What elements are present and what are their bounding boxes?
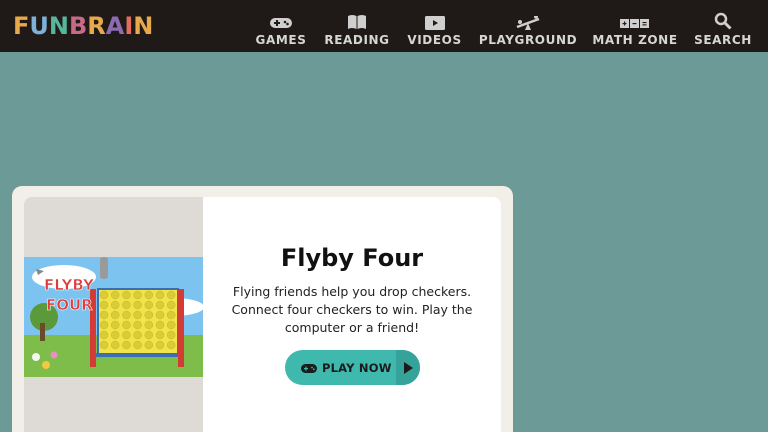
logo-letter: F [13, 12, 30, 40]
magnifier-icon [714, 4, 732, 30]
image-title-line2: FOUR [46, 296, 93, 314]
board-hole [133, 310, 142, 320]
connect-four-board [90, 288, 184, 367]
board-hole [110, 320, 120, 330]
board-hole [122, 320, 131, 330]
nav-games[interactable]: GAMES [255, 0, 307, 52]
board-hole [144, 330, 154, 340]
logo-letter: N [48, 12, 69, 40]
flyby-four-thumbnail[interactable]: FLYBY FOUR [24, 257, 203, 377]
nav-playground[interactable]: PLAYGROUND [478, 0, 578, 52]
logo-letter: U [29, 12, 49, 40]
nav-videos-label: VIDEOS [407, 33, 462, 47]
nav-reading-label: READING [324, 33, 390, 47]
board-hole [144, 320, 154, 330]
nav-reading[interactable]: READING [324, 0, 390, 52]
play-now-button[interactable]: PLAY NOW [285, 350, 420, 385]
board-hole [122, 300, 131, 310]
logo-letter: A [105, 12, 125, 40]
board-hole [166, 290, 176, 300]
game-description: Flying friends help you drop checkers. C… [231, 284, 473, 335]
board-hole [155, 330, 165, 340]
board-hole [133, 300, 142, 310]
book-icon [347, 4, 367, 30]
board-hole [110, 290, 120, 300]
board-hole [155, 340, 165, 350]
board-hole [144, 290, 154, 300]
nav-playground-label: PLAYGROUND [478, 33, 578, 47]
video-icon [424, 4, 445, 30]
board-hole [99, 300, 109, 310]
nav-games-label: GAMES [255, 33, 307, 47]
nav-videos[interactable]: VIDEOS [407, 0, 462, 52]
board-hole [166, 330, 176, 340]
board-hole [133, 330, 142, 340]
logo-letter: B [69, 12, 88, 40]
game-title: Flyby Four [280, 244, 424, 272]
board-hole [122, 330, 131, 340]
board-hole [110, 330, 120, 340]
board-hole [99, 310, 109, 320]
gamepad-icon [269, 4, 293, 30]
funbrain-logo[interactable]: FUNBRAIN [13, 12, 153, 40]
board-hole [122, 290, 131, 300]
board-hole [99, 340, 109, 350]
board-hole [99, 330, 109, 340]
nav-math-zone-label: MATH ZONE [592, 33, 678, 47]
board-hole [155, 290, 165, 300]
logo-letter: R [87, 12, 106, 40]
board-hole [144, 340, 154, 350]
logo-letter: N [133, 12, 154, 40]
board-hole [166, 300, 176, 310]
board-hole [155, 300, 165, 310]
board-hole [110, 310, 120, 320]
play-arrow-icon [396, 350, 420, 385]
board-hole [122, 310, 131, 320]
board-hole [99, 320, 109, 330]
board-hole [133, 340, 142, 350]
top-navigation-bar: FUNBRAIN GAMES READING VIDEOS PLAYGROUND… [0, 0, 768, 52]
board-hole [133, 320, 142, 330]
board-hole [144, 300, 154, 310]
board-hole [166, 340, 176, 350]
board-hole [99, 290, 109, 300]
seesaw-icon [515, 4, 541, 30]
zebra-character-icon [100, 257, 108, 279]
gamepad-icon [301, 358, 317, 377]
image-title-line1: FLYBY [44, 276, 95, 294]
nav-search-label: SEARCH [694, 33, 752, 47]
board-hole [144, 310, 154, 320]
board-hole [133, 290, 142, 300]
play-now-label: PLAY NOW [322, 360, 392, 375]
board-hole [122, 340, 131, 350]
logo-letter: I [124, 12, 134, 40]
nav-math-zone[interactable]: MATH ZONE [592, 0, 678, 52]
math-symbols-icon [620, 4, 650, 30]
board-hole [110, 340, 120, 350]
board-hole [166, 320, 176, 330]
board-hole [166, 310, 176, 320]
board-hole [155, 310, 165, 320]
board-hole [110, 300, 120, 310]
board-hole [155, 320, 165, 330]
nav-search[interactable]: SEARCH [694, 0, 752, 52]
